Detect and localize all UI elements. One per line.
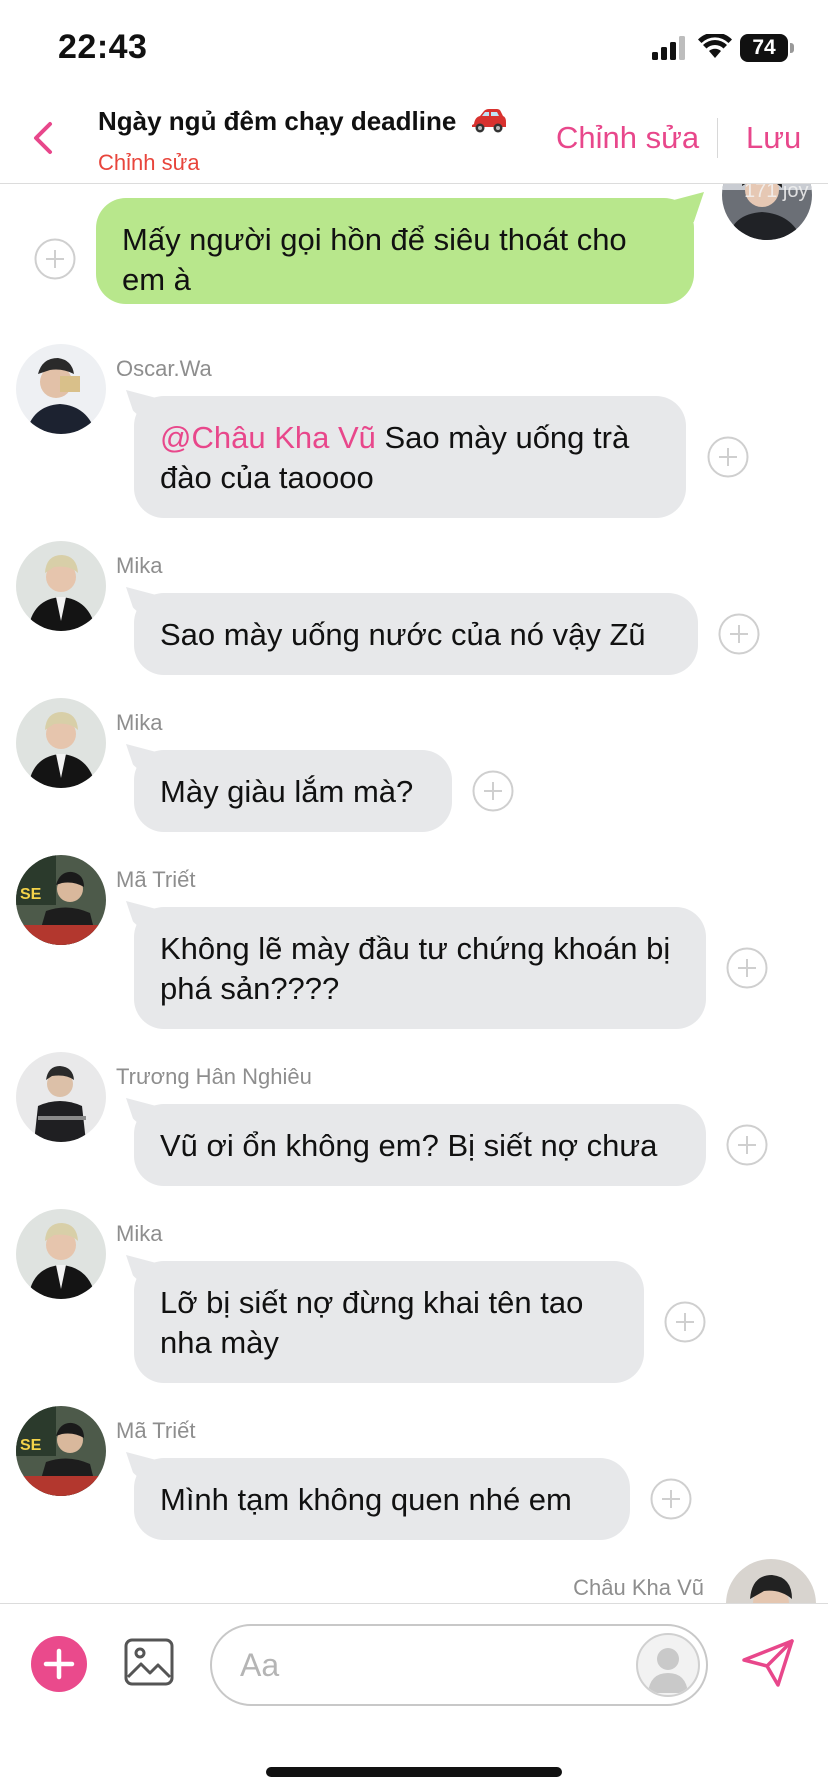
message-bubble[interactable]: Sao mày uống nước của nó vậy Zũ [134, 593, 698, 675]
add-reaction-icon[interactable] [472, 770, 514, 812]
avatar-overlay-text: 171 joy [744, 184, 809, 202]
add-reaction-icon[interactable] [664, 1301, 706, 1343]
add-reaction-icon[interactable] [34, 238, 76, 280]
plus-icon [43, 1648, 75, 1680]
send-icon[interactable] [740, 1638, 796, 1688]
status-bar: 22:43 74 [0, 0, 828, 92]
message-text: Mình tạm không quen nhé em [160, 1482, 572, 1517]
sticker-button[interactable] [636, 1633, 700, 1697]
svg-text:SE: SE [20, 1437, 42, 1454]
avatar[interactable] [16, 1209, 106, 1299]
message-text: Sao mày uống nước của nó vậy Zũ [160, 617, 646, 652]
svg-text:SE: SE [20, 886, 42, 903]
sender-name: Mã Triết [116, 867, 196, 892]
message-text: Mày giàu lắm mà? [160, 774, 414, 809]
avatar[interactable] [16, 698, 106, 788]
avatar[interactable]: SE [16, 1406, 106, 1496]
message-input[interactable] [240, 1640, 620, 1690]
battery-icon: 74 [740, 34, 794, 62]
edit-button[interactable]: Chỉnh sửa [556, 120, 699, 156]
image-picker-icon[interactable] [123, 1637, 175, 1687]
message-list[interactable]: Mấy người gọi hồn để siêu thoát cho em à… [0, 184, 828, 1603]
message-text: Không lẽ mày đầu tư chứng khoán bị phá s… [160, 931, 671, 1006]
message-input-container[interactable] [210, 1624, 708, 1706]
composer-bar [0, 1603, 828, 1792]
car-icon [471, 109, 506, 133]
status-time: 22:43 [58, 28, 148, 66]
back-chevron-icon[interactable] [24, 114, 64, 162]
edit-subtitle-link[interactable]: Chỉnh sửa [98, 150, 200, 176]
message-bubble[interactable]: Mình tạm không quen nhé em [134, 1458, 630, 1540]
sender-name: Châu Kha Vũ [573, 1575, 704, 1600]
avatar[interactable] [16, 541, 106, 631]
avatar[interactable] [16, 1052, 106, 1142]
sender-name: Trương Hân Nghiêu [116, 1064, 312, 1089]
message-text: Vũ ơi ổn không em? Bị siết nợ chưa [160, 1128, 658, 1163]
message-bubble[interactable]: Không lẽ mày đầu tư chứng khoán bị phá s… [134, 907, 706, 1029]
avatar[interactable] [726, 1559, 816, 1603]
header-divider [717, 118, 718, 158]
cellular-signal-icon [652, 36, 685, 60]
add-reaction-icon[interactable] [726, 1124, 768, 1166]
message-bubble[interactable]: @Châu Kha Vũ Sao mày uống trà đào của ta… [134, 396, 686, 518]
sender-name: Mã Triết [116, 1418, 196, 1443]
wifi-icon [698, 34, 732, 58]
group-title-text: Ngày ngủ đêm chạy deadline [98, 106, 457, 136]
group-title[interactable]: Ngày ngủ đêm chạy deadline [98, 106, 508, 137]
avatar[interactable]: SE [16, 855, 106, 945]
battery-level: 74 [740, 34, 788, 62]
add-reaction-icon[interactable] [707, 436, 749, 478]
add-reaction-icon[interactable] [650, 1478, 692, 1520]
add-reaction-icon[interactable] [726, 947, 768, 989]
save-button[interactable]: Lưu [746, 120, 801, 156]
sender-name: Oscar.Wa [116, 356, 212, 381]
avatar[interactable]: 171 joy [722, 184, 812, 240]
avatar[interactable] [16, 344, 106, 434]
sender-name: Mika [116, 553, 163, 578]
message-text: Lỡ bị siết nợ đừng khai tên tao nha mày [160, 1285, 584, 1360]
message-text: Mấy người gọi hồn để siêu thoát cho em à [122, 222, 627, 297]
message-bubble[interactable]: Mày giàu lắm mà? [134, 750, 452, 832]
add-reaction-icon[interactable] [718, 613, 760, 655]
sender-name: Mika [116, 1221, 163, 1246]
sender-name: Mika [116, 710, 163, 735]
message-bubble[interactable]: Vũ ơi ổn không em? Bị siết nợ chưa [134, 1104, 706, 1186]
message-bubble[interactable]: Mấy người gọi hồn để siêu thoát cho em à [96, 198, 694, 304]
profile-sticker-icon [648, 1648, 688, 1693]
add-attachment-button[interactable] [31, 1636, 87, 1692]
home-indicator [266, 1767, 562, 1777]
message-bubble[interactable]: Lỡ bị siết nợ đừng khai tên tao nha mày [134, 1261, 644, 1383]
mention-link[interactable]: @Châu Kha Vũ [160, 420, 376, 455]
chat-header: Ngày ngủ đêm chạy deadline Chỉnh sửa Chỉ… [0, 92, 828, 184]
